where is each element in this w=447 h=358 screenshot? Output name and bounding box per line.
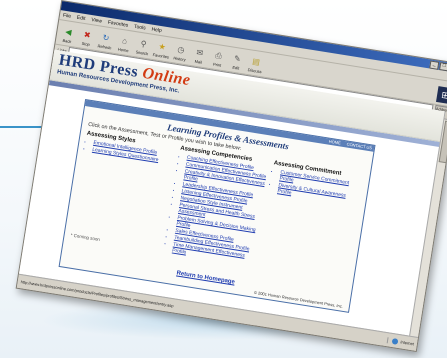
home-label: Home [117,46,129,54]
column-competencies: Assessing Competencies Coaching Effectiv… [164,146,271,268]
print-button[interactable]: ⎙ Print [209,50,227,68]
security-zone: Internet [387,336,415,347]
windows-logo-icon: ⊞ [436,86,447,105]
stop-button[interactable]: ✖ Stop [77,29,95,47]
menu-help[interactable]: Help [151,26,162,34]
history-button[interactable]: ◷ History [171,44,189,62]
mail-button[interactable]: ✉ Mail [190,47,208,65]
maximize-button[interactable]: □ [439,62,447,72]
favorites-button[interactable]: ★ Favorites [152,41,171,60]
column-commitment: Assessing Commitment Customer Service Co… [257,160,364,282]
globe-icon [392,337,399,345]
minimize-button[interactable]: _ [429,60,440,70]
mail-icon: ✉ [195,47,204,58]
favorites-icon: ★ [157,41,167,52]
menu-file[interactable]: File [63,12,72,19]
history-icon: ◷ [176,44,186,55]
refresh-icon: ↻ [101,33,110,43]
edit-label: Edit [232,64,240,71]
nav-home-link[interactable]: HOME [328,139,342,147]
back-arrow-icon: ◀ [64,27,73,37]
zone-label: Internet [400,339,415,347]
menu-favorites[interactable]: Favorites [107,19,128,28]
mail-label: Mail [194,58,203,65]
nav-contact-link[interactable]: CONTACT US [346,141,372,151]
search-button[interactable]: ⚲ Search [134,38,152,56]
search-icon: ⚲ [139,39,148,49]
back-button[interactable]: ◀ Back [59,26,77,44]
competencies-list: Coaching Effectiveness Profile Communica… [164,153,269,266]
menu-tools[interactable]: Tools [134,23,146,31]
history-label: History [173,55,187,63]
edit-icon: ✎ [233,53,242,64]
discuss-label: Discuss [247,67,262,75]
refresh-button[interactable]: ↻ Refresh [96,32,114,50]
menu-view[interactable]: View [91,17,103,25]
favorites-label: Favorites [152,52,170,60]
home-button[interactable]: ⌂ Home [115,35,133,53]
print-icon: ⎙ [214,50,223,61]
stop-icon: ✖ [83,30,92,40]
menu-edit[interactable]: Edit [76,14,85,21]
assessments-panel: HOME CONTACT US Learning Profiles & Asse… [58,98,376,313]
discuss-button[interactable]: ▤ Discuss [246,56,264,74]
refresh-label: Refresh [97,43,112,51]
search-label: Search [135,49,149,57]
back-label: Back [62,37,72,45]
discuss-icon: ▤ [251,56,261,67]
edit-button[interactable]: ✎ Edit [228,53,246,71]
stop-label: Stop [81,40,91,48]
home-icon: ⌂ [121,36,128,46]
print-label: Print [212,61,222,68]
